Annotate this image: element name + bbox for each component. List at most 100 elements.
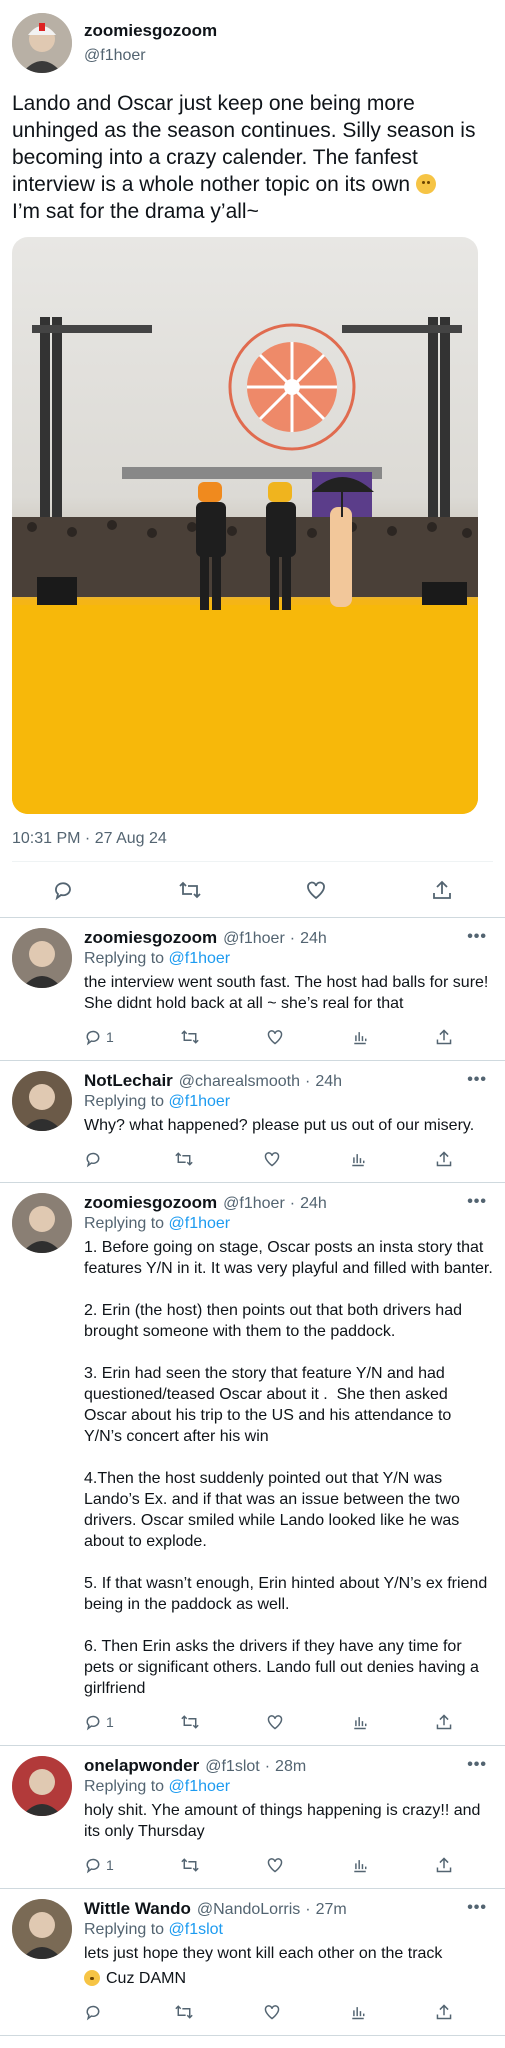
like-icon[interactable] [266,1028,284,1046]
like-icon[interactable] [266,1713,284,1731]
like-button[interactable] [266,1856,284,1874]
analytics-icon[interactable] [349,1150,367,1168]
like-icon[interactable] [263,2003,281,2021]
reply-time: 28m [275,1758,307,1775]
reply-tweet[interactable]: zoomiesgozoom @f1hoer · 24h Replying to … [0,918,505,1061]
reply-author-handle[interactable]: @f1hoer [223,1195,285,1213]
more-options-icon[interactable]: ••• [467,1193,487,1211]
retweet-button[interactable] [180,1028,200,1046]
avatar[interactable] [12,1756,72,1816]
reply-button[interactable]: 1 [84,1856,114,1874]
analytics-button[interactable] [349,1150,367,1168]
share-button[interactable] [435,1713,453,1731]
author-name[interactable]: zoomiesgozoom [84,21,217,41]
analytics-icon[interactable] [351,1713,369,1731]
like-button[interactable] [266,1028,284,1046]
reply-icon[interactable] [84,1150,102,1168]
retweet-icon[interactable] [178,879,202,901]
tweet-photo[interactable] [12,237,478,814]
share-icon[interactable] [435,1856,453,1874]
share-icon[interactable] [435,1028,453,1046]
reply-tweet[interactable]: zoomiesgozoom @f1hoer · 24h Replying to … [0,1183,505,1746]
analytics-button[interactable] [351,1028,369,1046]
reply-author-name[interactable]: Wittle Wando [84,1899,191,1919]
like-button[interactable] [266,1713,284,1731]
retweet-button[interactable] [180,1856,200,1874]
share-button[interactable] [435,1856,453,1874]
reply-author-name[interactable]: zoomiesgozoom [84,928,217,948]
like-button[interactable] [263,1150,281,1168]
analytics-icon[interactable] [351,1028,369,1046]
analytics-button[interactable] [349,2003,367,2021]
share-button[interactable] [435,1150,453,1168]
analytics-button[interactable] [351,1856,369,1874]
more-options-icon[interactable]: ••• [467,1899,487,1917]
reply-author-handle[interactable]: @f1hoer [223,930,285,948]
concert-stage-photo [12,317,478,814]
reply-text: the interview went south fast. The host … [84,974,498,1012]
reply-icon[interactable] [52,879,74,901]
retweet-icon[interactable] [180,1713,200,1731]
retweet-icon[interactable] [174,2003,194,2021]
like-icon[interactable] [263,1150,281,1168]
reply-tweet[interactable]: Wittle Wando @NandoLorris · 27m Replying… [0,1889,505,2036]
reply-author-name[interactable]: onelapwonder [84,1756,199,1776]
reply-icon[interactable] [84,1856,102,1874]
reply-author-name[interactable]: NotLechair [84,1071,173,1091]
reply-button[interactable] [84,2003,106,2021]
reply-tweet[interactable]: NotLechair @charealsmooth · 24h Replying… [0,1061,505,1183]
replying-to-link[interactable]: @f1hoer [169,1215,231,1232]
reply-time: 24h [315,1073,343,1090]
tweet-text-tail: I’m sat for the drama y’all~ [12,200,259,223]
avatar[interactable] [12,1193,72,1253]
more-options-icon[interactable]: ••• [467,1071,487,1089]
reply-author-handle[interactable]: @f1slot [205,1758,259,1776]
analytics-icon[interactable] [349,2003,367,2021]
retweet-button[interactable] [180,1713,200,1731]
share-icon[interactable] [435,1150,453,1168]
tweet-text: Lando and Oscar just keep one being more… [12,90,493,225]
share-button[interactable] [435,1028,453,1046]
avatar[interactable] [12,13,72,73]
retweet-icon[interactable] [180,1028,200,1046]
reply-icon[interactable] [84,1713,102,1731]
replying-to-link[interactable]: @f1hoer [169,1093,231,1110]
replying-to-link[interactable]: @f1slot [169,1921,223,1938]
reply-author-handle[interactable]: @NandoLorris [197,1901,300,1919]
reply-text: 1. Before going on stage, Oscar posts an… [84,1239,493,1697]
analytics-icon[interactable] [351,1856,369,1874]
retweet-icon[interactable] [180,1856,200,1874]
like-icon[interactable] [266,1856,284,1874]
retweet-button[interactable] [174,2003,194,2021]
share-icon[interactable] [435,1713,453,1731]
avatar[interactable] [12,928,72,988]
replying-to-link[interactable]: @f1hoer [169,950,231,967]
reply-tweet[interactable]: onelapwonder @f1slot · 28m Replying to @… [0,1746,505,1889]
reply-icon[interactable] [84,2003,102,2021]
separator-dot: · [289,1195,296,1212]
reply-button[interactable]: 1 [84,1713,114,1731]
more-options-icon[interactable]: ••• [467,928,487,946]
replying-to-label: Replying to [84,950,165,967]
reply-text: lets just hope they wont kill each other… [84,1945,443,1987]
more-options-icon[interactable]: ••• [467,1756,487,1774]
share-button[interactable] [435,2003,453,2021]
reply-button[interactable]: 1 [84,1028,114,1046]
author-handle[interactable]: @f1hoer [84,47,217,65]
separator-dot: · [264,1758,271,1775]
reply-author-name[interactable]: zoomiesgozoom [84,1193,217,1213]
reply-icon[interactable] [84,1028,102,1046]
like-icon[interactable] [305,879,327,901]
reply-author-handle[interactable]: @charealsmooth [179,1073,300,1091]
share-icon[interactable] [435,2003,453,2021]
avatar[interactable] [12,1899,72,1959]
avatar[interactable] [12,1071,72,1131]
share-icon[interactable] [431,879,453,901]
like-button[interactable] [263,2003,281,2021]
replying-to-link[interactable]: @f1hoer [169,1778,231,1795]
reply-time: 27m [315,1901,347,1918]
reply-button[interactable] [84,1150,106,1168]
analytics-button[interactable] [351,1713,369,1731]
retweet-button[interactable] [174,1150,194,1168]
retweet-icon[interactable] [174,1150,194,1168]
